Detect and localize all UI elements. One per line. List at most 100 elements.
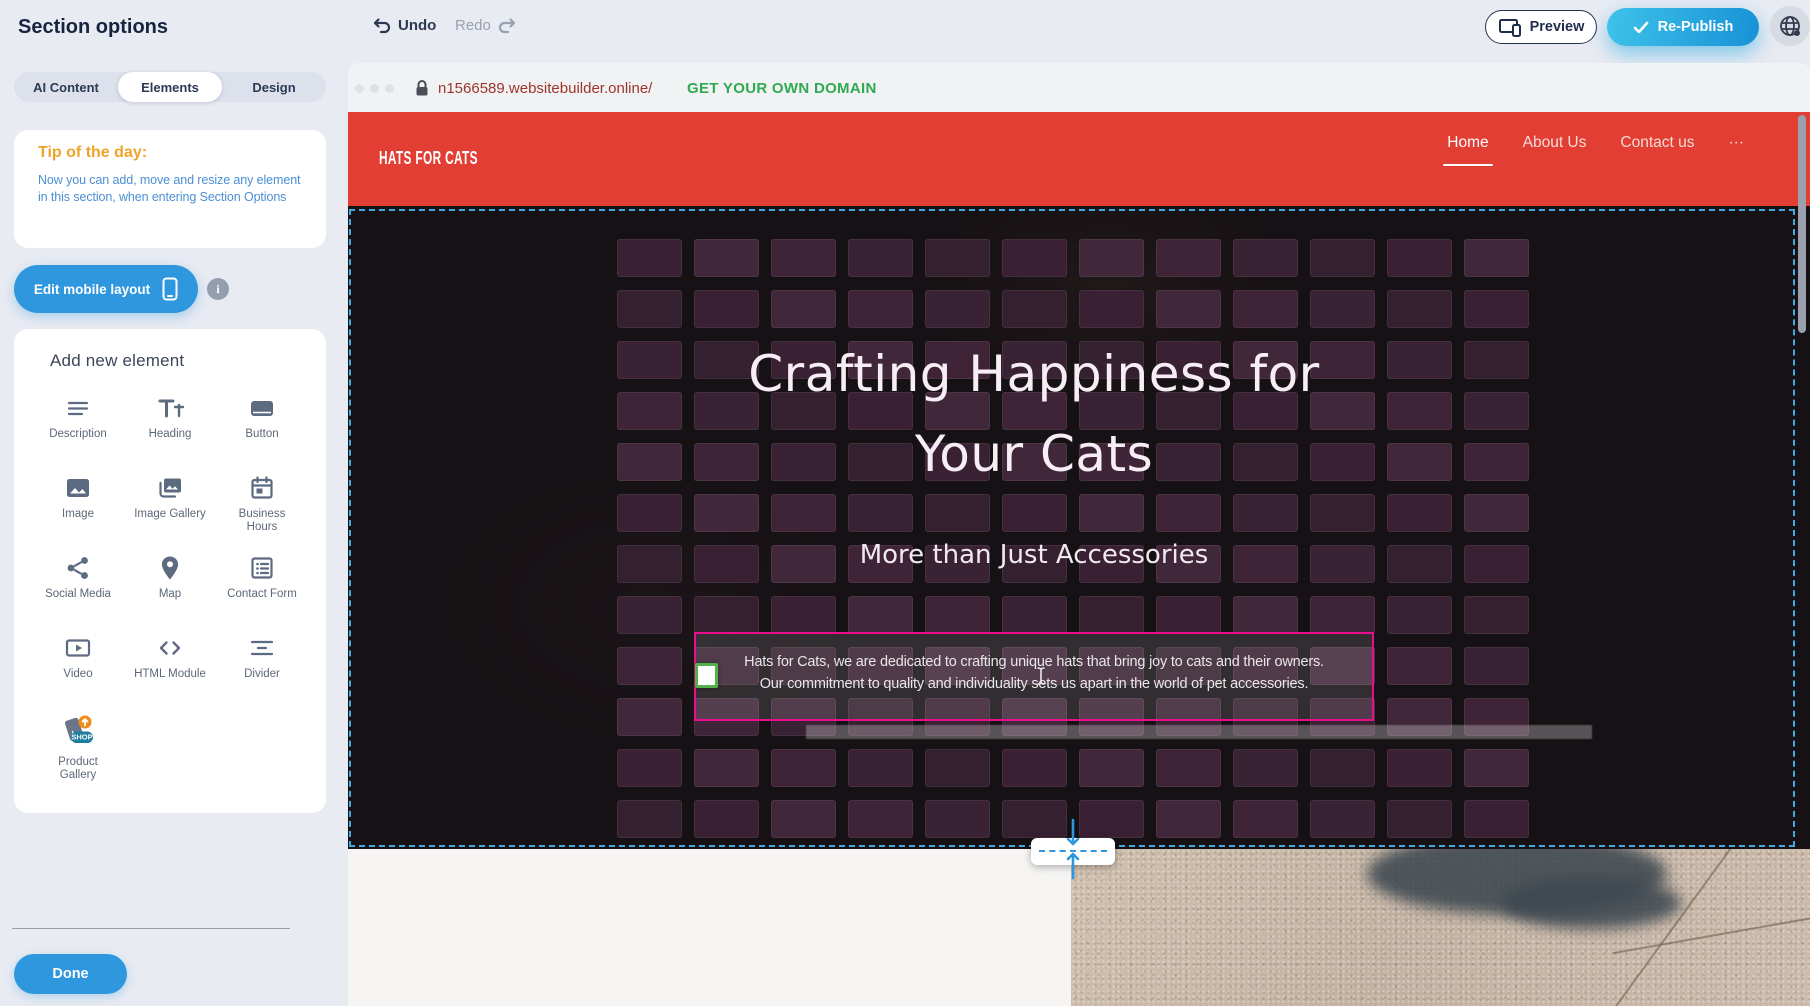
element-item-product-gallery[interactable]: SHOP Product Gallery	[32, 712, 124, 792]
hero-tile	[1387, 749, 1452, 787]
lock-icon	[414, 79, 430, 97]
hero-heading[interactable]: Crafting Happiness for Your Cats	[534, 334, 1534, 494]
hero-tile	[1464, 800, 1529, 838]
hero-subheading[interactable]: More than Just Accessories	[860, 540, 1209, 570]
hero-tile	[1464, 239, 1529, 277]
tab-elements[interactable]: Elements	[118, 72, 222, 102]
svg-text:SHOP: SHOP	[71, 733, 92, 742]
hero-tile	[1156, 290, 1221, 328]
nav-more-ellipsis-icon[interactable]: ···	[1729, 134, 1745, 158]
contact-form-icon	[248, 552, 276, 584]
site-logo[interactable]: HATS FOR CATS	[379, 148, 478, 169]
hero-tile	[617, 698, 682, 736]
element-item-video[interactable]: Video	[32, 632, 124, 712]
element-item-image-gallery[interactable]: Image Gallery	[124, 472, 216, 552]
redo-button[interactable]: Redo	[455, 16, 517, 34]
page-scrollbar[interactable]	[1798, 115, 1806, 333]
undo-icon	[372, 16, 392, 34]
map-pin-icon	[156, 552, 184, 584]
undo-button[interactable]: Undo	[372, 16, 436, 34]
edit-mobile-layout-button[interactable]: Edit mobile layout	[14, 265, 198, 313]
preview-label: Preview	[1530, 19, 1585, 35]
hero-tile	[1464, 494, 1529, 532]
add-element-title: Add new element	[50, 351, 184, 371]
element-item-divider[interactable]: Divider	[216, 632, 308, 712]
hero-tile	[848, 239, 913, 277]
element-item-image[interactable]: Image	[32, 472, 124, 552]
hero-tile	[1002, 290, 1067, 328]
hero-tile-grid	[617, 239, 1529, 839]
tab-design[interactable]: Design	[222, 72, 326, 102]
redo-label: Redo	[455, 17, 491, 34]
site-header: HATS FOR CATS Home About Us Contact us ·…	[348, 112, 1810, 206]
element-item-social-media[interactable]: Social Media	[32, 552, 124, 632]
hero-tile	[848, 290, 913, 328]
hero-tile	[925, 239, 990, 277]
hero-tile	[771, 239, 836, 277]
business-hours-icon	[248, 472, 276, 504]
resize-dash-line	[1039, 850, 1107, 852]
image-gallery-icon	[156, 472, 184, 504]
hero-tile	[694, 800, 759, 838]
hero-tile	[694, 596, 759, 634]
done-button[interactable]: Done	[14, 954, 127, 994]
nav-item-contact[interactable]: Contact us	[1620, 134, 1694, 158]
element-item-map[interactable]: Map	[124, 552, 216, 632]
next-section-image	[1071, 849, 1810, 1006]
site-nav: Home About Us Contact us ···	[1447, 134, 1744, 158]
paragraph-shadow-band	[806, 725, 1592, 739]
hero-tile	[694, 749, 759, 787]
nav-item-about[interactable]: About Us	[1523, 134, 1587, 158]
hero-tile	[694, 545, 759, 583]
element-item-heading[interactable]: Heading	[124, 392, 216, 472]
hero-tile	[1387, 545, 1452, 583]
social-media-icon	[64, 552, 92, 584]
element-item-contact-form[interactable]: Contact Form	[216, 552, 308, 632]
language-globe-button[interactable]	[1770, 6, 1810, 46]
hero-paragraph-line2: Our commitment to quality and individual…	[696, 674, 1372, 696]
info-icon[interactable]: i	[207, 278, 229, 300]
republish-button[interactable]: Re-Publish	[1607, 8, 1759, 46]
product-gallery-icon: SHOP	[58, 712, 98, 752]
selected-text-element[interactable]: Hats for Cats, we are dedicated to craft…	[694, 632, 1374, 721]
hero-tile	[617, 749, 682, 787]
section-resize-handle[interactable]	[1031, 838, 1115, 865]
hero-tile	[1079, 596, 1144, 634]
url-text[interactable]: n1566589.websitebuilder.online/	[438, 80, 652, 97]
hero-tile	[1387, 647, 1452, 685]
element-item-business-hours[interactable]: Business Hours	[216, 472, 308, 552]
hero-section[interactable]: Crafting Happiness for Your Cats More th…	[348, 206, 1810, 849]
get-domain-link[interactable]: GET YOUR OWN DOMAIN	[687, 80, 877, 97]
html-code-icon	[156, 632, 184, 664]
hero-tile	[1464, 596, 1529, 634]
hero-tile	[617, 239, 682, 277]
video-icon	[64, 632, 92, 664]
element-item-description[interactable]: Description	[32, 392, 124, 472]
preview-button[interactable]: Preview	[1485, 10, 1597, 44]
panel-tabbar: AI Content Elements Design	[14, 72, 326, 102]
hero-tile	[1079, 749, 1144, 787]
hero-paragraph-line1: Hats for Cats, we are dedicated to craft…	[696, 652, 1372, 674]
selection-drag-handle[interactable]	[695, 663, 718, 688]
mobile-phone-icon	[162, 277, 178, 301]
hero-tile	[1079, 800, 1144, 838]
hero-tile	[1233, 239, 1298, 277]
hero-tile	[1002, 239, 1067, 277]
image-icon	[64, 472, 92, 504]
nav-item-home[interactable]: Home	[1447, 134, 1488, 158]
tab-ai-content[interactable]: AI Content	[14, 72, 118, 102]
app-window: Section options Undo Redo Preview Re-Pub…	[0, 0, 1810, 1006]
hero-tile	[1002, 596, 1067, 634]
element-item-html-module[interactable]: HTML Module	[124, 632, 216, 712]
hero-tile	[771, 596, 836, 634]
hero-tile	[1464, 749, 1529, 787]
element-item-button[interactable]: Button	[216, 392, 308, 472]
undo-label: Undo	[398, 17, 436, 34]
image-shadow	[1501, 877, 1681, 929]
hero-tile	[771, 800, 836, 838]
hero-tile	[1002, 494, 1067, 532]
hero-tile	[694, 239, 759, 277]
hero-tile	[1233, 800, 1298, 838]
hero-tile	[1002, 749, 1067, 787]
hero-tile	[1464, 290, 1529, 328]
